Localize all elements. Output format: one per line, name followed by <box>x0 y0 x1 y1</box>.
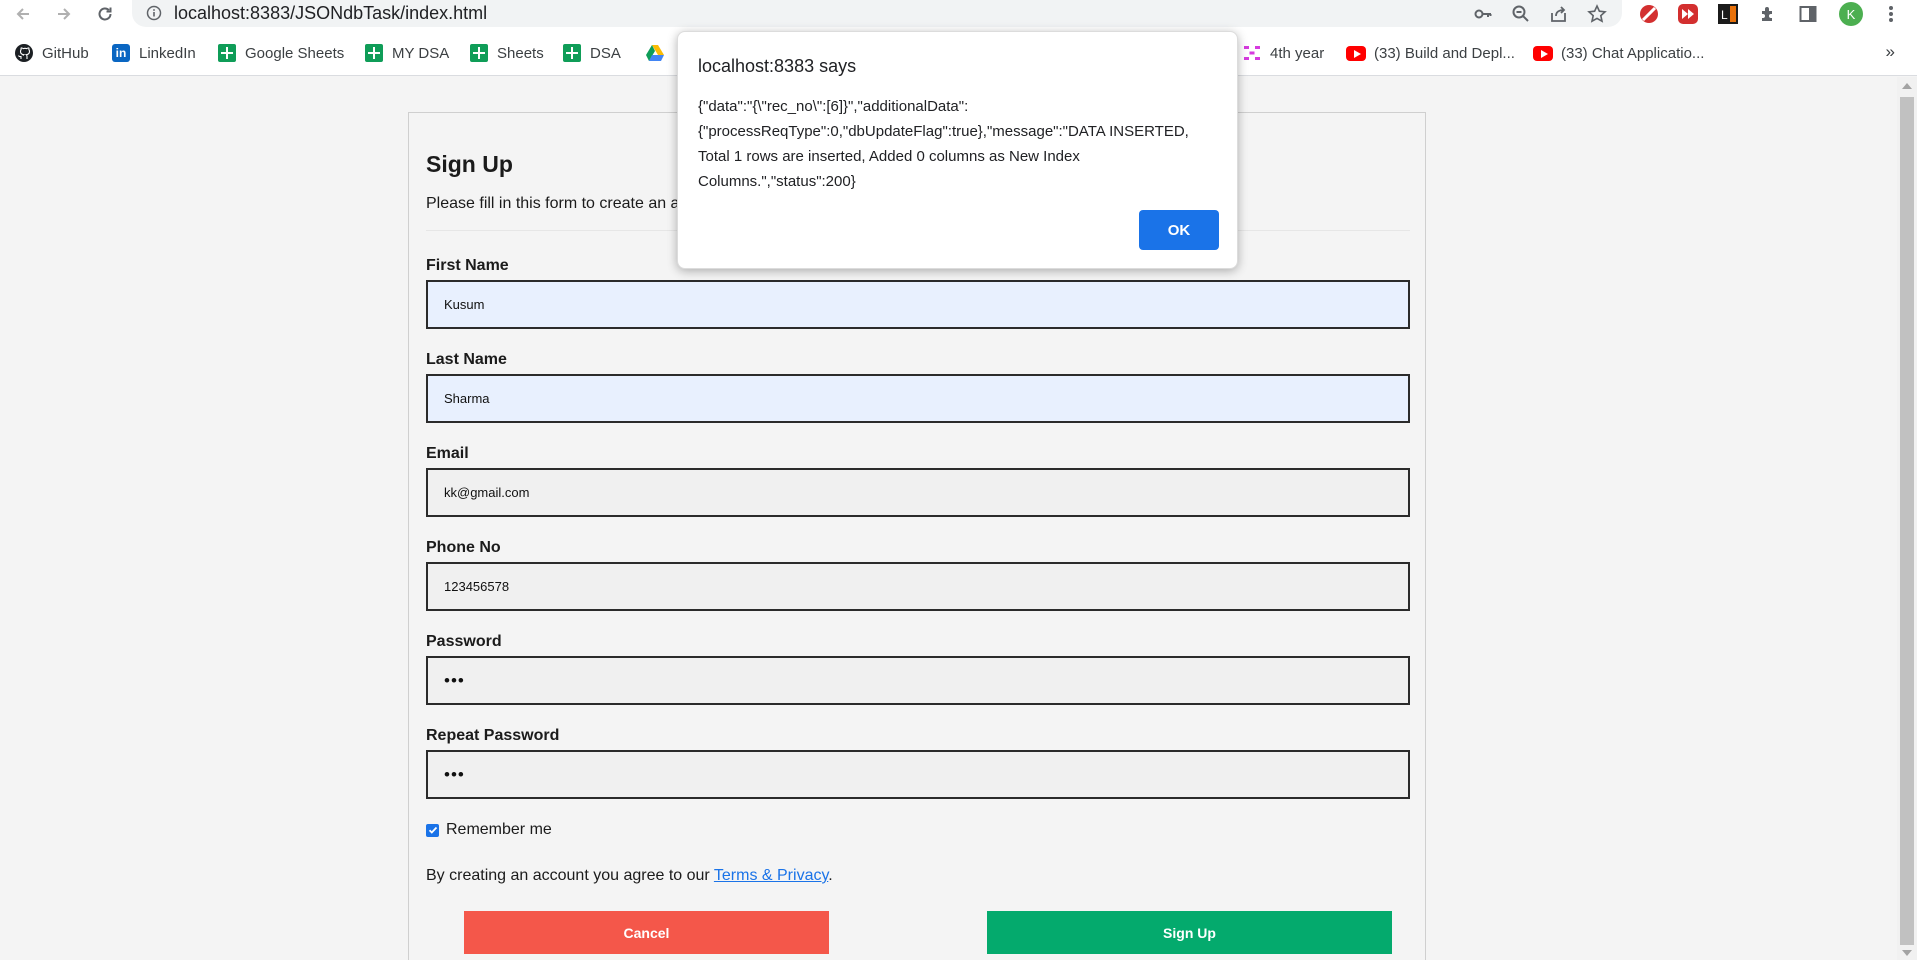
menu-kebab-icon[interactable] <box>1878 1 1904 27</box>
bookmark-star-icon[interactable] <box>1586 3 1608 25</box>
form-subtitle: Please fill in this form to create an a <box>426 195 680 212</box>
address-bar[interactable]: localhost:8383/JSONdbTask/index.html <box>132 0 1622 27</box>
bookmark-label: LinkedIn <box>139 44 196 62</box>
email-label: Email <box>426 445 469 462</box>
side-panel-icon[interactable] <box>1795 1 1821 27</box>
forward-button[interactable] <box>51 1 77 27</box>
email-input[interactable] <box>426 468 1410 517</box>
forward-arrow-icon <box>58 8 71 20</box>
sheets-icon <box>562 43 582 63</box>
lighthouse-extension-icon[interactable]: L <box>1715 1 1741 27</box>
bookmark-github[interactable]: GitHub <box>14 42 89 64</box>
repeat-password-label: Repeat Password <box>426 727 560 744</box>
key-icon[interactable] <box>1472 3 1494 25</box>
bookmark-google-sheets[interactable]: Google Sheets <box>217 42 344 64</box>
password-label: Password <box>426 633 502 650</box>
back-arrow-icon <box>16 8 29 20</box>
bookmark-youtube-chat[interactable]: (33) Chat Applicatio... <box>1533 42 1704 64</box>
first-name-input[interactable] <box>426 280 1410 329</box>
page-scrollbar[interactable] <box>1897 77 1917 960</box>
scroll-thumb[interactable] <box>1900 97 1914 945</box>
profile-initial: K <box>1839 2 1863 26</box>
bookmark-linkedin[interactable]: in LinkedIn <box>111 42 196 64</box>
bookmark-dsa[interactable]: DSA <box>562 42 621 64</box>
bookmark-label: DSA <box>590 44 621 62</box>
cancel-button[interactable]: Cancel <box>464 911 829 954</box>
alert-title: localhost:8383 says <box>698 56 857 76</box>
zoom-icon[interactable] <box>1510 3 1532 25</box>
terms-suffix: . <box>828 867 833 884</box>
signup-button[interactable]: Sign Up <box>987 911 1392 954</box>
youtube-icon <box>1346 43 1366 63</box>
blocker-extension-icon[interactable] <box>1636 1 1662 27</box>
repeat-password-input[interactable] <box>426 750 1410 799</box>
terms-privacy-link[interactable]: Terms & Privacy <box>714 867 828 884</box>
svg-text:L: L <box>1721 8 1728 22</box>
browser-toolbar: localhost:8383/JSONdbTask/index.html L K <box>0 0 1917 28</box>
bookmark-youtube-build[interactable]: (33) Build and Depl... <box>1346 42 1515 64</box>
scroll-up-arrow-icon[interactable] <box>1902 83 1912 89</box>
profile-avatar[interactable]: K <box>1838 1 1864 27</box>
checkmark-icon <box>428 826 437 834</box>
alert-dialog: localhost:8383 says {"data":"{\"rec_no\"… <box>677 31 1238 269</box>
form-title: Sign Up <box>426 151 513 177</box>
bookmark-4th-year[interactable]: 4th year <box>1242 42 1324 64</box>
remember-me-checkbox[interactable] <box>426 823 439 837</box>
site-info-icon[interactable] <box>146 5 162 26</box>
bookmark-label: GitHub <box>42 44 89 62</box>
fast-forward-extension-icon[interactable] <box>1675 1 1701 27</box>
phone-label: Phone No <box>426 539 501 556</box>
alert-message: {"data":"{\"rec_no\":[6]}","additionalDa… <box>698 98 1189 190</box>
sheets-icon <box>364 43 384 63</box>
bookmark-my-dsa[interactable]: MY DSA <box>364 42 449 64</box>
youtube-icon <box>1533 43 1553 63</box>
bookmark-label: (33) Chat Applicatio... <box>1561 44 1705 62</box>
bookmark-label: (33) Build and Depl... <box>1374 44 1515 62</box>
last-name-label: Last Name <box>426 351 507 368</box>
share-icon[interactable] <box>1548 3 1570 25</box>
reload-button[interactable] <box>92 1 118 27</box>
sheets-icon <box>469 43 489 63</box>
phone-input[interactable] <box>426 562 1410 611</box>
password-input[interactable] <box>426 656 1410 705</box>
extensions-puzzle-icon[interactable] <box>1755 1 1781 27</box>
first-name-label: First Name <box>426 257 509 274</box>
remember-me-label[interactable]: Remember me <box>446 821 552 839</box>
last-name-input[interactable] <box>426 374 1410 423</box>
bookmark-sheets[interactable]: Sheets <box>469 42 544 64</box>
remember-me-row: Remember me <box>426 821 552 839</box>
back-button[interactable] <box>10 1 36 27</box>
url-text[interactable]: localhost:8383/JSONdbTask/index.html <box>174 3 487 24</box>
grid-app-icon <box>1242 43 1262 63</box>
bookmark-label: 4th year <box>1270 44 1325 62</box>
alert-ok-button[interactable]: OK <box>1139 210 1219 250</box>
bookmark-label: Sheets <box>497 44 544 62</box>
bookmark-label: Google Sheets <box>245 44 345 62</box>
terms-text: By creating an account you agree to our … <box>426 867 833 885</box>
github-icon <box>14 43 34 63</box>
terms-prefix: By creating an account you agree to our <box>426 867 714 884</box>
bookmark-label: MY DSA <box>392 44 450 62</box>
google-drive-icon <box>645 43 665 63</box>
bookmarks-overflow-chevron-icon[interactable]: » <box>1886 42 1895 62</box>
linkedin-icon: in <box>111 43 131 63</box>
scroll-down-arrow-icon[interactable] <box>1902 950 1912 956</box>
reload-icon <box>98 7 112 21</box>
bookmark-drive[interactable] <box>645 42 665 64</box>
sheets-icon <box>217 43 237 63</box>
